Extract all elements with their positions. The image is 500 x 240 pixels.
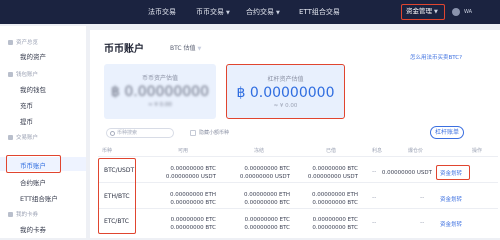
top-navbar: 法币交易 币币交易 ▼ 合约交易 ▼ ETT组合交易 资金管理 ▼ WA [0,0,500,24]
sidebar-item-contract-account[interactable]: 合约账户 [20,177,46,187]
frozen-cell: 0.00000000 ETC 0.00000000 BTC [244,217,290,231]
divider [98,156,498,157]
margin-asset-card: 杠杆资产估值 ฿ 0.00000000 ≈ ¥ 0.00 [226,64,345,119]
transfer-button[interactable]: 资金划转 [440,220,462,228]
available-cell: 0.00000000 ETC 0.00000000 BTC [170,217,216,231]
search-icon [110,130,115,136]
nav-contract-trade[interactable]: 合约交易 ▼ [246,0,280,24]
card-sub-value: ≈ ¥ 0.00 [148,102,172,108]
transfer-button[interactable]: 资金划转 [440,195,462,203]
chevron-down-icon: ▼ [276,10,280,16]
column-header: 冻结 [254,148,265,154]
sidebar-item-my-coupons[interactable]: 我的卡券 [20,224,46,234]
spot-asset-card: 币币资产估值 ฿ 0.00000000 ≈ ¥ 0.00 [104,64,216,119]
sidebar-item-my-assets[interactable]: 我的资产 [20,51,46,61]
pairs-highlight-outline [98,158,136,234]
liquidation-cell: -- [420,219,425,226]
column-header: 币种 [102,148,113,154]
nav-spot-trade[interactable]: 币币交易 ▼ [196,0,230,24]
card-value: ฿ 0.00000000 [236,85,335,101]
column-header: 利息 [372,148,383,154]
frozen-cell: 0.00000000 ETH 0.00000000 BTC [244,192,290,206]
nav-fiat-trade[interactable]: 法币交易 [148,0,176,24]
section-icon [8,71,13,77]
section-icon [8,211,13,217]
main-panel: 币币账户 BTC 估值 ▼ 怎么用法币买卖BTC? 币币资产估值 ฿ 0.0000… [90,30,500,238]
sidebar-item-ett-account[interactable]: ETT组合账户 [20,193,58,203]
borrowed-cell: 0.00000000 ETH 0.00000000 BTC [312,192,358,206]
card-label: 杠杆资产估值 [267,76,304,83]
margin-bill-button[interactable]: 杠杆账单 [430,126,464,139]
sidebar-item-deposit[interactable]: 充币 [20,100,33,110]
chevron-down-icon: ▼ [434,9,438,15]
frozen-cell: 0.00000000 BTC 0.00000000 USDT [239,166,290,180]
sidebar-item-withdraw[interactable]: 提币 [20,116,33,126]
help-link[interactable]: 怎么用法币买卖BTC? [410,53,462,61]
sidebar-item-my-wallet[interactable]: 我的钱包 [20,84,46,94]
section-icon [8,39,13,45]
section-icon [8,134,13,140]
sidebar-active-outline [6,155,61,173]
user-menu[interactable]: WA [464,0,472,24]
page-title: 币币账户 [104,44,144,55]
sidebar-section-coupons: 我的卡券 [8,210,38,218]
sidebar-section-wallet: 钱包账户 [8,70,38,78]
divider [98,182,498,183]
sidebar-section-assets: 资产总览 [8,38,38,46]
liquidation-cell: -- [420,194,425,201]
transfer-highlight-outline [436,165,470,180]
column-header: 爆仓价 [408,148,424,154]
nav-label: 法币交易 [148,8,176,16]
sidebar-section-trading: 交易账户 [8,133,38,141]
card-sub-value: ≈ ¥ 0.00 [273,103,298,109]
nav-ett-trade[interactable]: ETT组合交易 [299,0,340,24]
liquidation-cell: 0.00000000 USDT [381,170,432,176]
card-label: 币币资产估值 [141,75,178,82]
column-header: 操作 [472,148,483,154]
nav-label: ETT组合交易 [299,8,340,16]
borrowed-cell: 0.00000000 BTC 0.00000000 USDT [307,166,358,180]
sidebar: 资产总览 我的资产 钱包账户 我的钱包 充币 提币 交易账户 币币账户 合约账户… [0,26,86,238]
column-header: 已借 [326,148,337,154]
available-cell: 0.00000000 ETH 0.00000000 BTC [170,192,216,206]
valuation-selector[interactable]: BTC 估值 ▼ [170,43,201,52]
hide-small-checkbox[interactable] [190,130,196,136]
nav-label: 合约交易 [246,8,274,16]
nav-label: 币币交易 [196,8,224,16]
globe-icon[interactable] [452,8,460,16]
column-header: 可用 [178,148,189,154]
interest-cell: -- [372,194,377,201]
fund-management-menu[interactable]: 资金管理 ▼ [401,4,445,20]
borrowed-cell: 0.00000000 ETC 0.00000000 BTC [312,217,358,231]
available-cell: 0.00000000 BTC 0.00000000 USDT [165,166,216,180]
interest-cell: -- [372,219,377,226]
chevron-down-icon: ▼ [226,10,230,16]
card-value: ฿ 0.00000000 [111,84,209,100]
fund-management-label: 资金管理 [406,7,432,15]
chevron-down-icon: ▼ [197,46,202,52]
search-input[interactable]: 币种搜索 [106,128,174,138]
hide-small-label: 隐藏小额币种 [199,130,230,136]
user-name: WA [464,9,473,15]
divider [98,208,498,209]
